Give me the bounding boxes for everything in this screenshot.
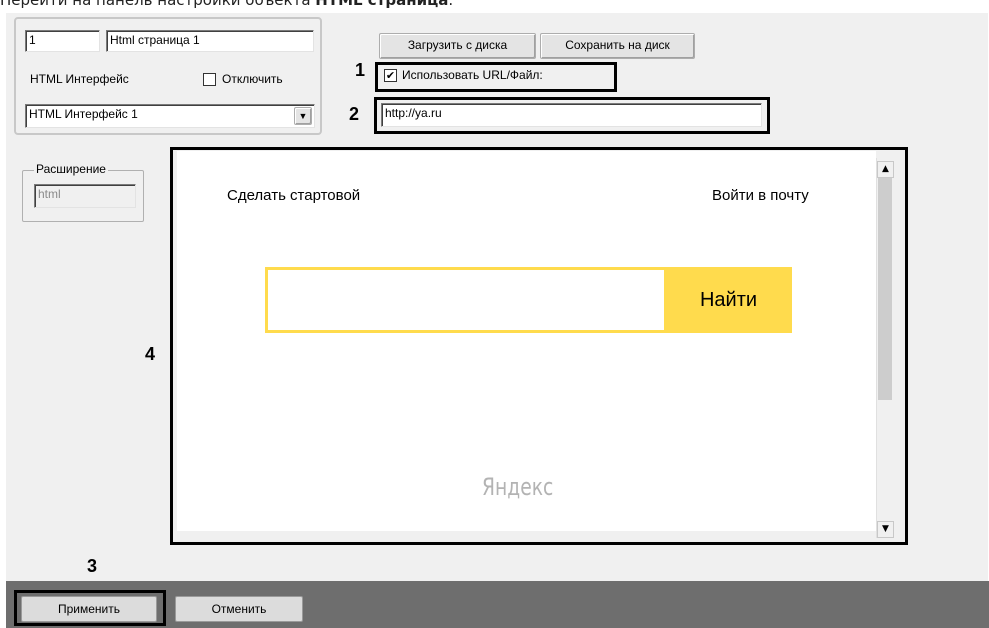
check-icon: ✔	[385, 69, 396, 82]
extension-field: html	[34, 184, 136, 208]
extension-group-title: Расширение	[34, 162, 108, 176]
scroll-down-icon[interactable]: ▼	[877, 521, 894, 538]
save-to-disk-button[interactable]: Сохранить на диск	[540, 33, 695, 59]
disable-label: Отключить	[222, 72, 283, 86]
interface-label: HTML Интерфейс	[30, 72, 129, 86]
caption-bold-text: HTML страница	[315, 0, 449, 9]
caption-suffix: .	[448, 0, 454, 9]
page-caption: Перейти на панель настройки объекта HTML…	[0, 0, 989, 13]
object-name-field[interactable]: Html страница 1	[106, 30, 314, 52]
search-button[interactable]: Найти	[665, 267, 792, 333]
callout-3: 3	[87, 556, 98, 576]
apply-button[interactable]: Применить	[21, 596, 157, 622]
make-start-link[interactable]: Сделать стартовой	[227, 187, 360, 204]
load-from-disk-button[interactable]: Загрузить с диска	[379, 33, 536, 59]
use-url-checkbox[interactable]: ✔	[384, 69, 397, 82]
caption-text: Перейти на панель настройки объекта	[0, 0, 316, 9]
interface-select[interactable]: HTML Интерфейс 1	[25, 104, 315, 128]
yandex-logo: Яндекс	[482, 473, 554, 501]
login-mail-link[interactable]: Войти в почту	[712, 187, 809, 204]
interface-select-value: HTML Интерфейс 1	[29, 107, 138, 121]
chevron-down-icon: ▼	[298, 111, 308, 121]
scrollbar-thumb[interactable]	[878, 178, 892, 400]
url-field[interactable]: http://ya.ru	[381, 103, 762, 127]
search-input[interactable]	[273, 275, 653, 323]
interface-dropdown-button[interactable]: ▼	[294, 107, 312, 125]
callout-1: 1	[355, 60, 366, 80]
scroll-up-icon[interactable]: ▲	[877, 161, 894, 178]
browser-preview: Сделать стартовой Войти в почту Найти Ян…	[177, 151, 876, 531]
callout-4: 4	[145, 344, 156, 364]
cancel-button[interactable]: Отменить	[175, 596, 303, 622]
object-id-field[interactable]: 1	[25, 30, 100, 52]
callout-2: 2	[349, 104, 360, 124]
browser-scrollbar[interactable]: ▲ ▼	[876, 158, 894, 538]
disable-checkbox[interactable]	[203, 73, 216, 86]
use-url-label: Использовать URL/Файл:	[402, 68, 543, 82]
